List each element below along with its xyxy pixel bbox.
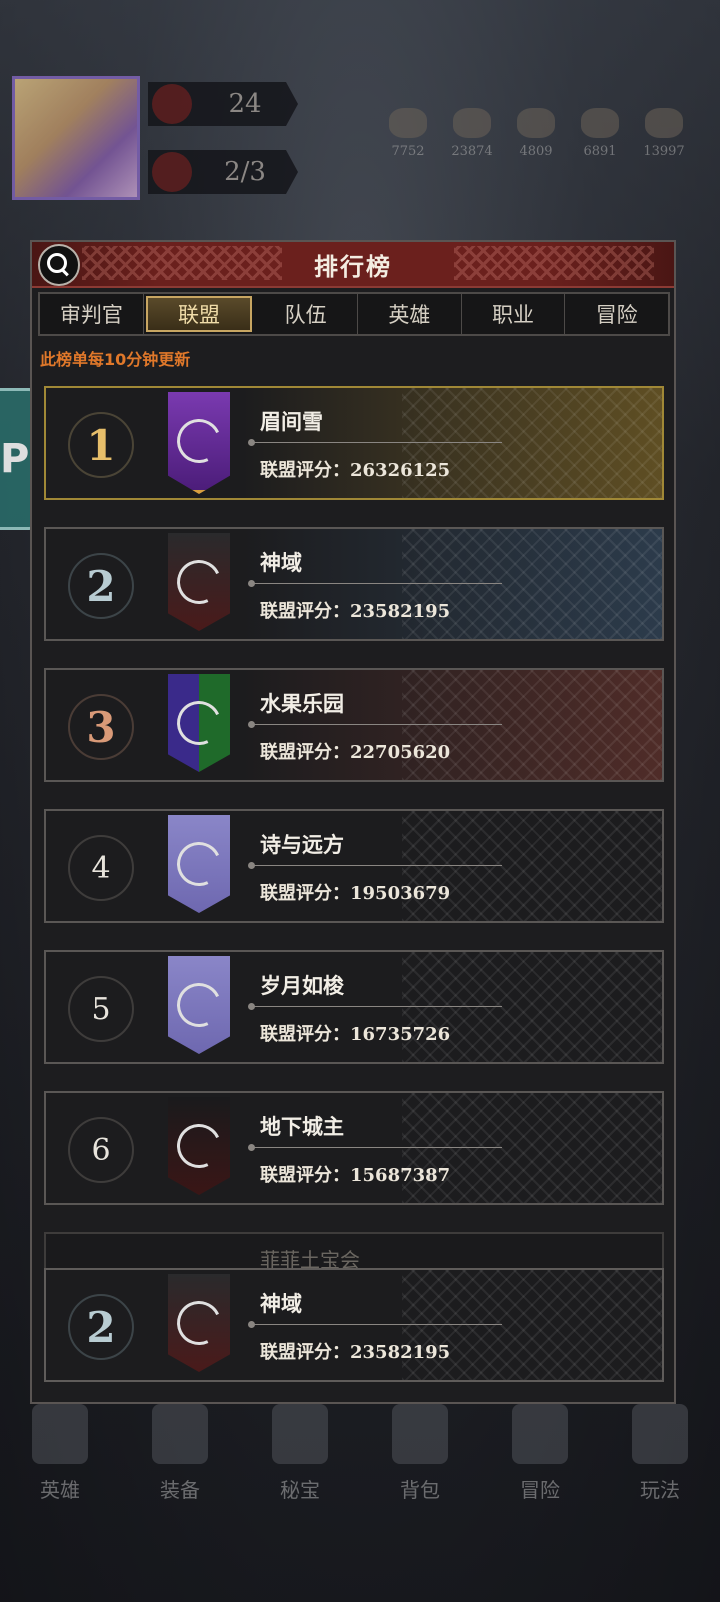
crystal-icon	[517, 108, 555, 138]
tab-hero[interactable]: 英雄	[358, 294, 462, 334]
level-icon	[152, 84, 192, 124]
level-value: 24	[228, 89, 262, 119]
nav-adventure[interactable]: 冒险	[512, 1404, 568, 1524]
level-badge: 24	[148, 82, 298, 126]
alliance-banner-icon	[168, 392, 230, 494]
alliance-name: 眉间雪	[260, 409, 323, 434]
stamina-icon	[152, 152, 192, 192]
alliance-name: 水果乐园	[260, 691, 344, 716]
resource-item: 13997	[640, 108, 688, 159]
category-tabs: 审判官 联盟 队伍 英雄 职业 冒险	[38, 292, 670, 336]
amber-icon	[581, 108, 619, 138]
crossed-swords-icon	[512, 1404, 568, 1464]
ranking-row[interactable]: 1 眉间雪 联盟评分：26326125	[44, 386, 664, 500]
knot-ornament	[82, 246, 282, 280]
bag-icon	[392, 1404, 448, 1464]
alliance-banner-icon	[168, 533, 230, 631]
alliance-name: 神域	[260, 550, 302, 575]
alliance-banner-icon	[168, 956, 230, 1054]
update-notice: 此榜单每10分钟更新	[40, 350, 191, 369]
ranking-row[interactable]: 6 地下城主 联盟评分：15687387	[44, 1091, 664, 1205]
panel-title: 排行榜	[314, 251, 392, 281]
alliance-score: 联盟评分：23582195	[260, 601, 451, 622]
leaderboard-panel: 排行榜 审判官 联盟 队伍 英雄 职业 冒险 此榜单每10分钟更新 1 眉间雪 …	[30, 240, 676, 1404]
rank-number: 6	[68, 1117, 134, 1183]
nav-heroes[interactable]: 英雄	[32, 1404, 88, 1524]
nav-bag[interactable]: 背包	[392, 1404, 448, 1524]
knot-ornament	[454, 246, 654, 280]
hero-icon	[32, 1404, 88, 1464]
ranking-row[interactable]: 4 诗与远方 联盟评分：19503679	[44, 809, 664, 923]
chalice-emblem-icon	[170, 553, 228, 611]
tab-judge[interactable]: 审判官	[40, 294, 144, 334]
bottom-nav: 英雄 装备 秘宝 背包 冒险 玩法	[0, 1404, 720, 1524]
chalice-emblem-icon	[170, 1294, 228, 1352]
divider	[248, 1321, 502, 1328]
ore-icon	[389, 108, 427, 138]
my-alliance-row[interactable]: 2 神域 联盟评分：23582195	[44, 1268, 664, 1382]
gate-icon	[632, 1404, 688, 1464]
ranking-row-partial[interactable]: 菲菲土宝会	[44, 1232, 664, 1268]
resource-item: 6891	[576, 108, 624, 159]
alliance-score: 联盟评分：23582195	[260, 1342, 451, 1363]
alliance-banner-icon	[168, 815, 230, 913]
divider	[248, 1144, 502, 1151]
ranking-row[interactable]: 3 水果乐园 联盟评分：22705620	[44, 668, 664, 782]
rank-number: 1	[68, 412, 134, 478]
divider	[248, 1003, 502, 1010]
alliance-name: 岁月如梭	[260, 973, 344, 998]
alliance-score: 联盟评分：15687387	[260, 1165, 451, 1186]
gem-icon	[645, 108, 683, 138]
divider	[248, 580, 502, 587]
rank-number: 2	[68, 553, 134, 619]
player-avatar[interactable]	[12, 76, 140, 200]
search-button[interactable]	[38, 244, 80, 286]
alliance-score: 联盟评分：26326125	[260, 460, 451, 481]
alliance-score: 联盟评分：16735726	[260, 1024, 451, 1045]
ranking-row[interactable]: 2 神域 联盟评分：23582195	[44, 527, 664, 641]
resource-item: 7752	[384, 108, 432, 159]
tab-class[interactable]: 职业	[462, 294, 566, 334]
moon-emblem-icon	[170, 1117, 228, 1175]
resource-item: 23874	[448, 108, 496, 159]
alliance-score: 联盟评分：22705620	[260, 742, 451, 763]
alliance-banner-icon	[168, 1097, 230, 1195]
divider	[248, 439, 502, 446]
rank-number: 2	[68, 1294, 134, 1360]
divider	[248, 721, 502, 728]
stamina-badge: 2/3	[148, 150, 298, 194]
panel-header: 排行榜	[32, 242, 674, 288]
moon-emblem-icon	[170, 835, 228, 893]
alliance-name: 诗与远方	[260, 832, 344, 857]
moon-emblem-icon	[170, 976, 228, 1034]
alliance-banner-icon	[168, 674, 230, 772]
divider	[248, 862, 502, 869]
rank-number: 4	[68, 835, 134, 901]
alliance-name: 神域	[260, 1291, 302, 1316]
moon-emblem-icon	[170, 412, 228, 470]
alliance-banner-icon	[168, 1274, 230, 1372]
alliance-score: 联盟评分：19503679	[260, 883, 451, 904]
nav-equipment[interactable]: 装备	[152, 1404, 208, 1524]
alliance-name: 菲菲土宝会	[260, 1248, 360, 1268]
alliance-name: 地下城主	[260, 1114, 344, 1139]
tab-alliance[interactable]: 联盟	[145, 296, 253, 332]
ranking-row[interactable]: 5 岁月如梭 联盟评分：16735726	[44, 950, 664, 1064]
nav-treasure[interactable]: 秘宝	[272, 1404, 328, 1524]
stone-icon	[453, 108, 491, 138]
tree-emblem-icon	[170, 694, 228, 752]
rank-number: 3	[68, 694, 134, 760]
sword-icon	[152, 1404, 208, 1464]
resource-item: 4809	[512, 108, 560, 159]
stamina-value: 2/3	[224, 157, 266, 187]
chalice-icon	[272, 1404, 328, 1464]
tab-team[interactable]: 队伍	[254, 294, 359, 334]
tab-adventure[interactable]: 冒险	[565, 294, 668, 334]
rank-number: 5	[68, 976, 134, 1042]
resource-bar: 7752 23874 4809 6891 13997	[384, 108, 688, 159]
nav-gameplay[interactable]: 玩法	[632, 1404, 688, 1524]
search-icon	[47, 253, 67, 273]
